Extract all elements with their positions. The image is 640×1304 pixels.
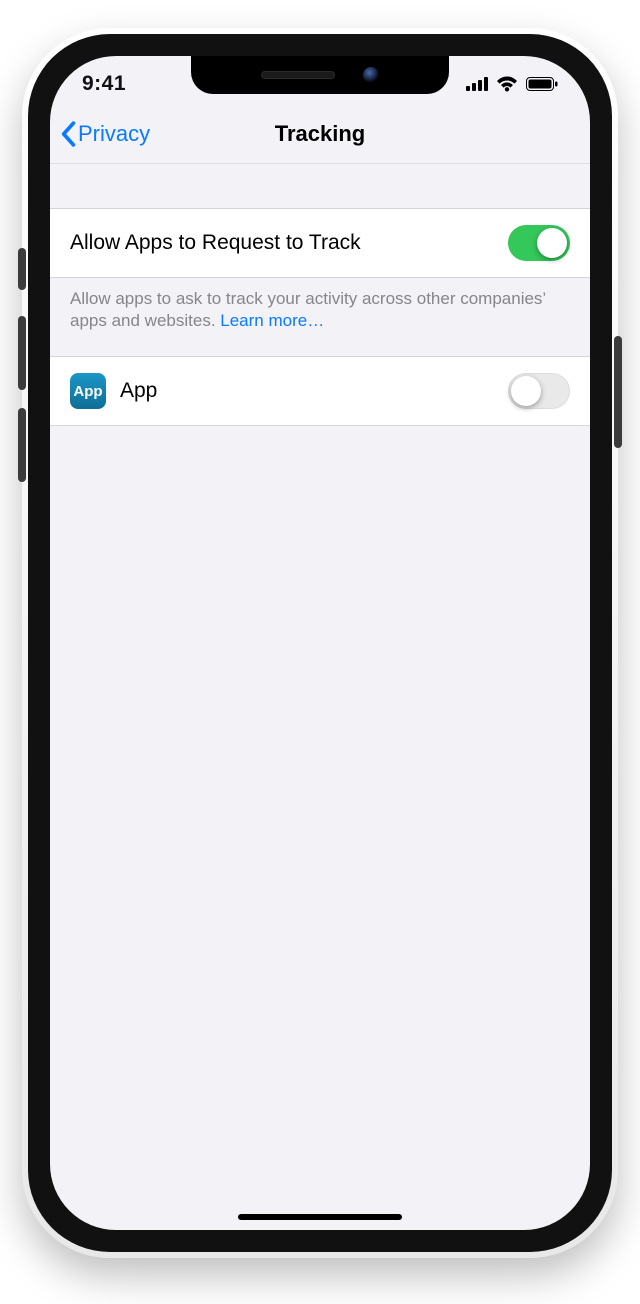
allow-tracking-label: Allow Apps to Request to Track — [70, 231, 361, 255]
app-tracking-toggle[interactable] — [508, 373, 570, 409]
battery-icon — [526, 77, 558, 91]
chevron-left-icon — [60, 121, 76, 147]
learn-more-link[interactable]: Learn more… — [220, 311, 324, 330]
settings-content: Allow Apps to Request to Track Allow app… — [50, 164, 590, 1230]
phone-frame: 9:41 — [22, 28, 618, 1258]
wifi-icon — [496, 76, 518, 92]
back-button[interactable]: Privacy — [60, 121, 150, 147]
app-row: App App — [50, 357, 590, 425]
toggle-knob — [511, 376, 541, 406]
volume-down-button — [18, 408, 26, 482]
phone-bezel: 9:41 — [28, 34, 612, 1252]
back-label: Privacy — [78, 121, 150, 147]
side-power-button — [614, 336, 622, 448]
cellular-icon — [466, 77, 488, 91]
mute-switch — [18, 248, 26, 290]
page-title: Tracking — [275, 121, 365, 147]
nav-bar: Privacy Tracking — [50, 104, 590, 164]
app-tracking-list: App App — [50, 357, 590, 425]
home-indicator[interactable] — [238, 1214, 402, 1220]
status-indicators — [466, 76, 558, 92]
allow-tracking-row: Allow Apps to Request to Track — [50, 209, 590, 277]
status-time: 9:41 — [82, 72, 126, 96]
allow-tracking-toggle[interactable] — [508, 225, 570, 261]
app-name: App — [120, 379, 157, 403]
volume-up-button — [18, 316, 26, 390]
app-icon: App — [70, 373, 106, 409]
phone-screen: 9:41 — [50, 56, 590, 1230]
toggle-knob — [537, 228, 567, 258]
tracking-footer: Allow apps to ask to track your activity… — [50, 278, 590, 356]
